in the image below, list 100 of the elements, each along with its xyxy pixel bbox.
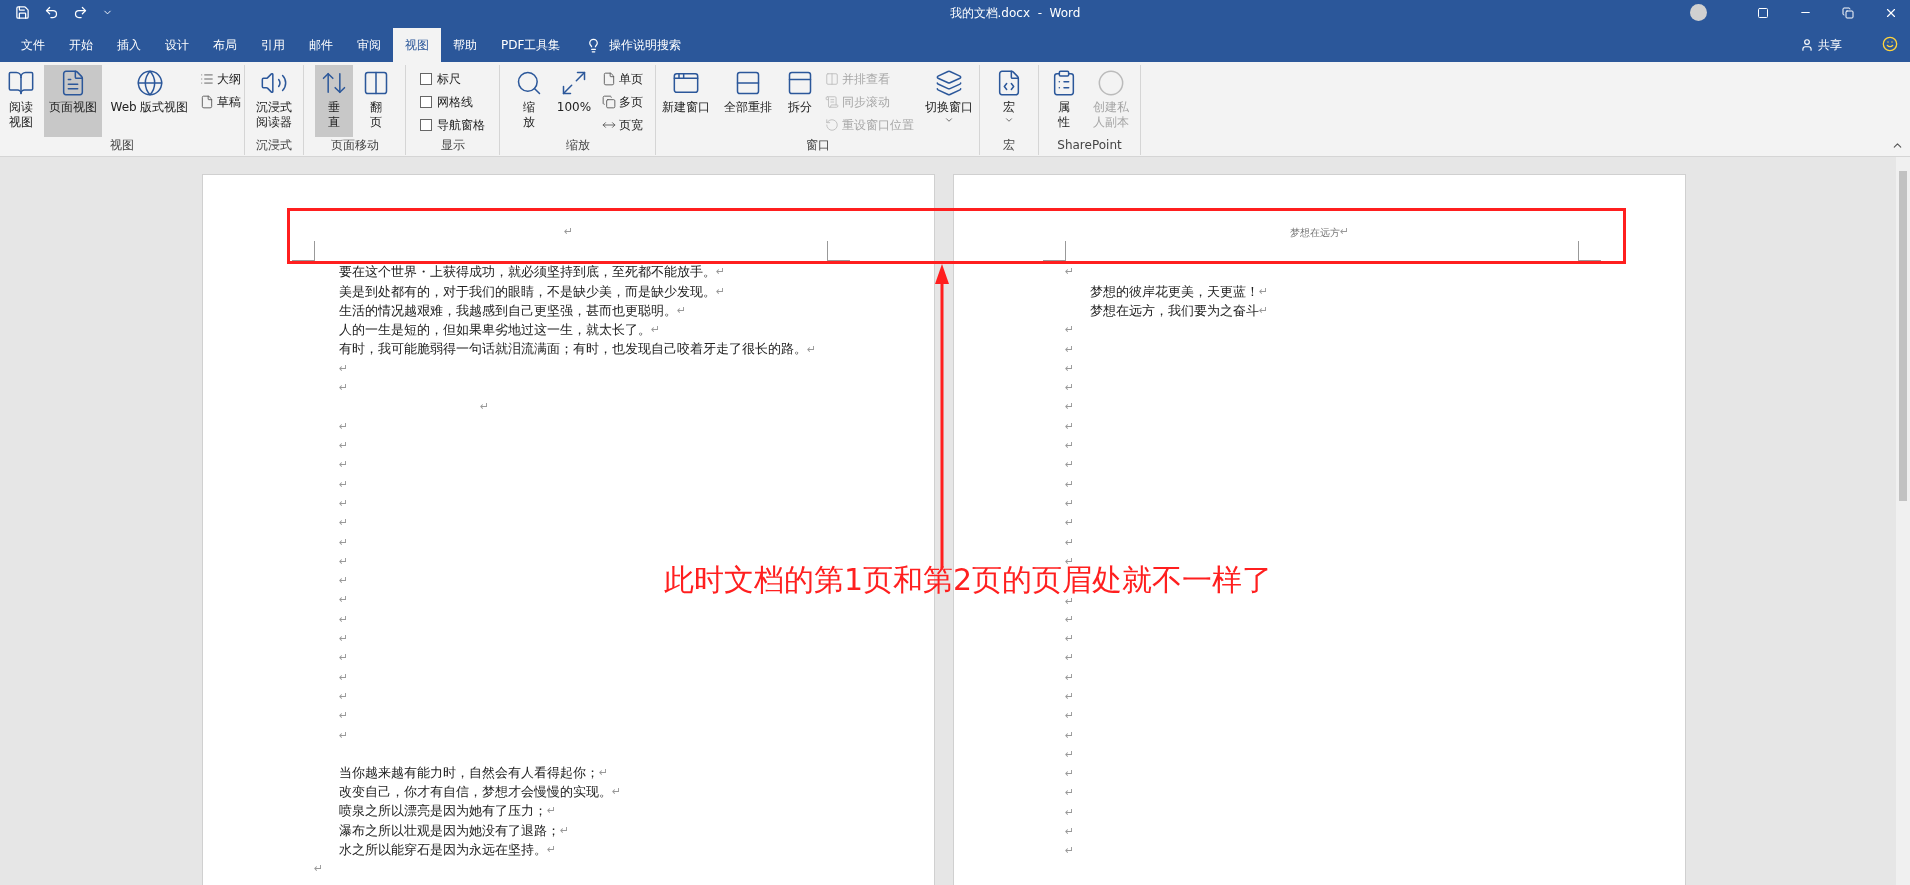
paragraph-text: 生活的情况越艰难，我越感到自己更坚强，甚而也更聪明。 [339, 301, 677, 320]
checkbox[interactable] [420, 95, 432, 108]
paragraph-mark: ↵ [1065, 341, 1075, 358]
restore-icon[interactable] [1842, 6, 1854, 19]
scrollbar[interactable] [1896, 157, 1910, 885]
paragraph-mark: ↵ [677, 303, 687, 319]
paragraph-mark: ↵ [339, 708, 349, 725]
paragraph-mark: ↵ [1065, 804, 1075, 821]
paragraph-mark: ↵ [1065, 418, 1075, 435]
window-title: 我的文档.docx - Word [948, 4, 1082, 22]
paragraph-mark: ↵ [1065, 688, 1075, 705]
ribbon-small-button[interactable]: 单页 [600, 67, 646, 90]
paragraph-mark: ↵ [563, 223, 574, 240]
ribbon-button[interactable]: 新建窗口 [657, 65, 715, 137]
smiley-icon[interactable] [1882, 36, 1898, 52]
paragraph-mark: ↵ [339, 438, 349, 455]
paragraph-mark: ↵ [339, 688, 349, 705]
caret-icon [944, 115, 954, 125]
ribbon-tab[interactable]: 审阅 [345, 28, 393, 62]
ribbon-button[interactable]: 翻页 [356, 65, 395, 137]
ribbon-button[interactable]: 切换窗口 [920, 65, 978, 137]
layers-icon [935, 69, 963, 97]
paragraph-text: 美是到处都有的，对于我们的眼睛，不是缺少美，而是缺少发现。 [339, 282, 716, 301]
paragraph-mark: ↵ [339, 457, 349, 474]
paragraph-mark: ↵ [1065, 669, 1075, 686]
save-icon[interactable] [15, 5, 30, 20]
annotation-text: 此时文档的第1页和第2页的页眉处就不一样了 [664, 566, 1273, 594]
ribbon-button[interactable]: Web 版式视图 [105, 65, 194, 137]
group-label: 显示 [440, 137, 465, 153]
paragraph-mark: ↵ [480, 399, 490, 416]
paragraph-mark: ↵ [339, 476, 349, 493]
paragraph-mark: ↵ [1259, 283, 1269, 300]
group-label: 窗口 [805, 137, 830, 153]
undo-icon[interactable] [44, 5, 59, 20]
globe-icon [135, 69, 164, 97]
paragraph-mark: ↵ [1065, 708, 1075, 725]
user-avatar[interactable] [1690, 4, 1707, 21]
ribbon-tab[interactable]: 设计 [153, 28, 201, 62]
header-text: 梦想在远方 [1289, 225, 1340, 240]
paragraph-mark: ↵ [1065, 360, 1075, 377]
paragraph-mark: ↵ [339, 360, 349, 377]
paragraph-mark: ↵ [339, 418, 349, 435]
paragraph-mark: ↵ [339, 495, 349, 512]
paragraph-mark: ↵ [1065, 515, 1075, 532]
ribbon-display-icon[interactable] [1757, 6, 1769, 19]
group-label: 沉浸式 [256, 137, 292, 153]
paragraph-mark: ↵ [1065, 594, 1075, 610]
paragraph-mark: ↵ [1065, 380, 1075, 397]
paragraph-mark: ↵ [339, 553, 349, 570]
ribbon-tab[interactable]: 开始 [57, 28, 105, 62]
pages-icon [602, 94, 617, 109]
paragraph-mark: ↵ [1065, 534, 1075, 551]
ribbon-button[interactable]: 全部重排 [719, 65, 777, 137]
ribbon-tab[interactable]: PDF工具集 [489, 28, 573, 62]
rows-icon [734, 69, 762, 97]
checkbox-label: 导航窗格 [437, 116, 485, 134]
checkbox-option[interactable]: 标尺 [420, 67, 485, 90]
split-panel-icon [786, 69, 814, 97]
group-label: 页面移动 [330, 137, 379, 153]
paragraph-mark: ↵ [1065, 438, 1075, 455]
ribbon-small-button[interactable]: 草稿 [197, 90, 243, 113]
group-label: SharePoint [1057, 137, 1122, 153]
ribbon-tab[interactable]: 邮件 [297, 28, 345, 62]
checkbox-option[interactable]: 导航窗格 [420, 113, 485, 136]
ribbon-button[interactable]: 页面视图 [43, 65, 102, 137]
person-icon [1800, 38, 1814, 52]
ribbon-button[interactable]: 沉浸式阅读器 [250, 65, 298, 137]
ribbon-small-button[interactable]: 页宽 [600, 113, 646, 136]
checkbox[interactable] [420, 72, 432, 85]
ribbon-tab[interactable]: 视图 [393, 28, 441, 62]
share-button[interactable]: 共享 [1800, 28, 1842, 62]
paragraph-mark: ↵ [1065, 824, 1075, 840]
checkbox[interactable] [420, 118, 432, 131]
paragraph-text: 人的一生是短的，但如果卑劣地过这一生，就太长了。 [339, 321, 651, 340]
ribbon-tab[interactable]: 文件 [9, 28, 57, 62]
ribbon-tab[interactable]: 引用 [249, 28, 297, 62]
paragraph-mark: ↵ [339, 573, 349, 590]
ribbon-button[interactable]: 属性 [1044, 65, 1083, 137]
ribbon-tab[interactable]: 插入 [105, 28, 153, 62]
paragraph-mark: ↵ [612, 784, 622, 801]
redo-icon[interactable] [73, 5, 88, 20]
ribbon-tab[interactable]: 布局 [201, 28, 249, 62]
paragraph-mark: ↵ [1065, 476, 1075, 493]
ribbon-button[interactable]: 拆分 [781, 65, 819, 137]
ribbon-button[interactable]: 垂直 [314, 65, 353, 137]
ribbon-tab[interactable]: 帮助 [441, 28, 489, 62]
ribbon-small-button[interactable]: 大纲 [197, 67, 243, 90]
scroll-icon [825, 94, 839, 109]
ribbon-button[interactable]: 100% [551, 65, 597, 137]
ribbon-small-button[interactable]: 多页 [600, 90, 646, 113]
tell-me-search[interactable]: 操作说明搜索 [586, 28, 682, 62]
ribbon-button[interactable]: 缩放 [509, 65, 548, 137]
paragraph-mark: ↵ [1065, 727, 1075, 744]
paragraph-mark: ↵ [807, 341, 817, 358]
ribbon-button[interactable]: 阅读视图 [1, 65, 40, 137]
checkbox-option[interactable]: 网格线 [420, 90, 485, 113]
paragraph-text: 瀑布之所以壮观是因为她没有了退路； [339, 821, 560, 840]
list-icon [199, 71, 214, 86]
paragraph-text: 要在这个世界・上获得成功，就必须坚持到底，至死都不能放手。 [339, 263, 716, 282]
ribbon-button[interactable]: 宏 [990, 65, 1028, 137]
